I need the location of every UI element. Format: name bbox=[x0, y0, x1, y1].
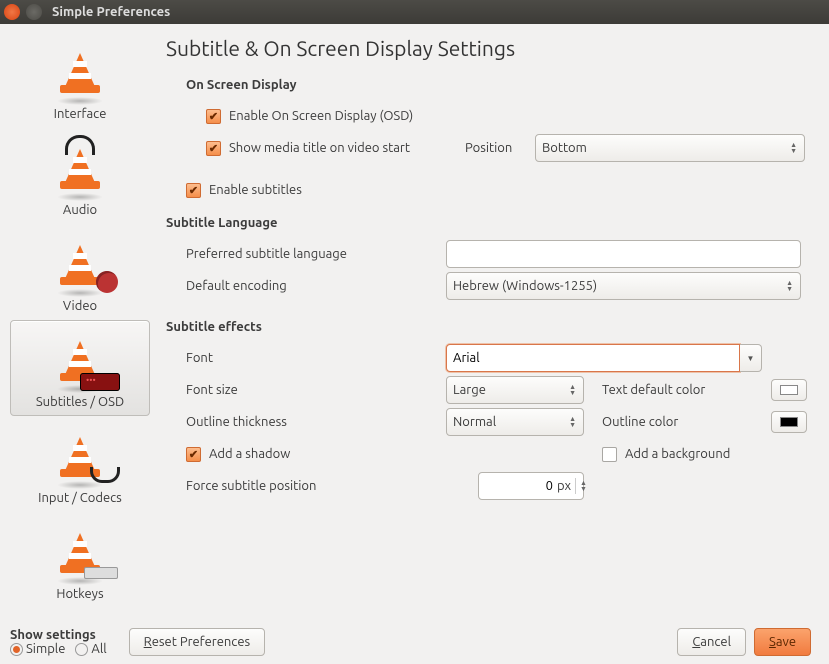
cone-headphones-icon bbox=[48, 137, 112, 201]
outline-thickness-combo[interactable]: Normal▲▼ bbox=[446, 408, 584, 436]
force-position-value[interactable] bbox=[485, 479, 553, 493]
force-position-spinner[interactable]: px▲▼ bbox=[478, 472, 584, 500]
sidebar: Interface Audio Video Subtitles / OSD In… bbox=[0, 24, 160, 620]
encoding-label: Default encoding bbox=[186, 279, 446, 293]
add-shadow-checkbox[interactable]: ✔ bbox=[186, 447, 201, 462]
show-all-radio[interactable] bbox=[75, 643, 88, 656]
window-close-button[interactable] bbox=[4, 4, 20, 20]
sidebar-item-label: Video bbox=[63, 299, 97, 313]
enable-subtitles-checkbox[interactable]: ✔ bbox=[186, 183, 201, 198]
sidebar-item-label: Input / Codecs bbox=[38, 491, 122, 505]
sidebar-item-audio[interactable]: Audio bbox=[10, 128, 150, 224]
sidebar-item-subtitles-osd[interactable]: Subtitles / OSD bbox=[10, 320, 150, 416]
show-title-label: Show media title on video start bbox=[229, 141, 465, 155]
add-shadow-label: Add a shadow bbox=[209, 447, 290, 461]
outline-color-button[interactable] bbox=[771, 411, 807, 433]
cone-keys-icon bbox=[48, 521, 112, 585]
encoding-combo[interactable]: Hebrew (Windows-1255)▲▼ bbox=[446, 272, 801, 300]
cancel-button[interactable]: Cancel bbox=[677, 628, 746, 656]
sidebar-item-label: Subtitles / OSD bbox=[36, 395, 124, 409]
font-input[interactable] bbox=[446, 344, 740, 372]
window-title: Simple Preferences bbox=[52, 5, 170, 19]
show-simple-radio[interactable] bbox=[10, 643, 23, 656]
add-background-checkbox[interactable]: ✔ bbox=[602, 447, 617, 462]
enable-osd-label: Enable On Screen Display (OSD) bbox=[229, 109, 413, 123]
fx-heading: Subtitle effects bbox=[166, 320, 807, 334]
position-combo[interactable]: Bottom▲▼ bbox=[535, 134, 805, 162]
osd-heading: On Screen Display bbox=[166, 78, 807, 92]
cone-subtitle-icon bbox=[48, 329, 112, 393]
sidebar-item-label: Interface bbox=[54, 107, 107, 121]
pref-lang-label: Preferred subtitle language bbox=[186, 247, 446, 261]
window-minimize-button[interactable] bbox=[26, 4, 42, 20]
outline-thickness-label: Outline thickness bbox=[186, 415, 446, 429]
outline-color-label: Outline color bbox=[584, 415, 724, 429]
titlebar: Simple Preferences bbox=[0, 0, 829, 24]
sidebar-item-interface[interactable]: Interface bbox=[10, 32, 150, 128]
show-title-checkbox[interactable]: ✔ bbox=[206, 141, 221, 156]
text-color-label: Text default color bbox=[584, 383, 724, 397]
add-background-label: Add a background bbox=[625, 447, 730, 461]
font-dropdown-button[interactable]: ▼ bbox=[740, 344, 762, 372]
settings-panel: Subtitle & On Screen Display Settings On… bbox=[160, 24, 829, 620]
show-settings-label: Show settings bbox=[10, 628, 107, 642]
footer: Show settings Simple All Reset Preferenc… bbox=[0, 620, 829, 664]
font-size-combo[interactable]: Large▲▼ bbox=[446, 376, 584, 404]
force-position-label: Force subtitle position bbox=[186, 479, 446, 493]
font-size-label: Font size bbox=[186, 383, 446, 397]
save-button[interactable]: Save bbox=[754, 628, 811, 656]
sidebar-item-label: Hotkeys bbox=[56, 587, 103, 601]
cone-plug-icon bbox=[48, 425, 112, 489]
lang-heading: Subtitle Language bbox=[166, 216, 807, 230]
sidebar-item-label: Audio bbox=[63, 203, 97, 217]
sidebar-item-hotkeys[interactable]: Hotkeys bbox=[10, 512, 150, 608]
sidebar-item-video[interactable]: Video bbox=[10, 224, 150, 320]
sidebar-item-input-codecs[interactable]: Input / Codecs bbox=[10, 416, 150, 512]
text-color-button[interactable] bbox=[771, 379, 807, 401]
font-label: Font bbox=[186, 351, 446, 365]
page-title: Subtitle & On Screen Display Settings bbox=[166, 36, 807, 60]
pref-lang-input[interactable] bbox=[446, 240, 801, 268]
enable-subtitles-label: Enable subtitles bbox=[209, 183, 302, 197]
reset-preferences-button[interactable]: Reset Preferences bbox=[129, 628, 265, 656]
cone-film-icon bbox=[48, 233, 112, 297]
enable-osd-checkbox[interactable]: ✔ bbox=[206, 109, 221, 124]
cone-icon bbox=[48, 41, 112, 105]
position-label: Position bbox=[465, 141, 535, 155]
